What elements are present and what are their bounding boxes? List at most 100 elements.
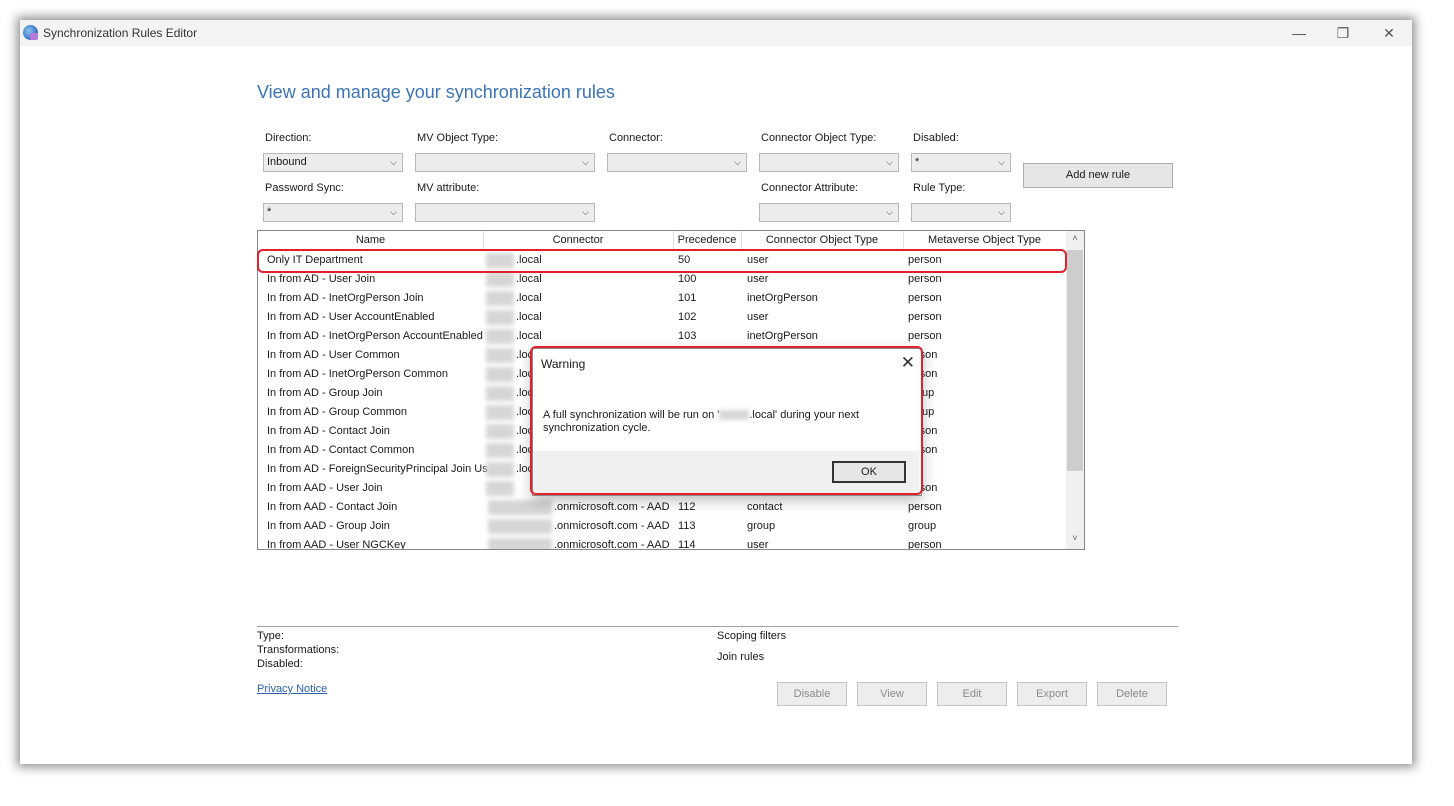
selected-row-highlight (257, 249, 1067, 273)
column-header-name[interactable]: Name (258, 234, 483, 246)
chevron-down-icon: ⌵ (390, 157, 397, 167)
mv-object-type-dropdown[interactable]: ⌵ (415, 153, 595, 172)
scroll-up-icon[interactable]: ˄ (1066, 233, 1084, 243)
vertical-scrollbar[interactable]: ˄ ˅ (1066, 231, 1084, 549)
cell-precedence: 113 (678, 520, 696, 532)
cell-name: In from AD - ForeignSecurityPrincipal Jo… (267, 463, 488, 475)
app-window: Synchronization Rules Editor — ❐ ✕ View … (20, 20, 1412, 764)
cell-name: In from AD - InetOrgPerson AccountEnable… (267, 330, 483, 342)
details-divider (257, 626, 1178, 627)
cell-connector-object-type: inetOrgPerson (747, 330, 818, 342)
redacted-connector-prefix (486, 272, 514, 287)
direction-label: Direction: (265, 132, 312, 144)
mv-attribute-dropdown[interactable]: ⌵ (415, 203, 595, 222)
cell-name: In from AAD - User Join (267, 482, 383, 494)
redacted-connector-prefix (486, 291, 514, 306)
redacted-connector-prefix (488, 519, 552, 534)
table-row[interactable]: In from AD - InetOrgPerson Join .local 101… (258, 289, 1066, 308)
redacted-connector-prefix (486, 310, 514, 325)
scrollbar-thumb[interactable] (1067, 250, 1083, 471)
cell-name: In from AD - User Common (267, 349, 400, 361)
password-sync-value: * (267, 206, 272, 218)
minimize-button[interactable]: — (1276, 22, 1322, 44)
cell-metaverse-object-type: up (922, 387, 935, 399)
password-sync-label: Password Sync: (265, 182, 344, 194)
column-header-precedence[interactable]: Precedence (673, 234, 741, 246)
redacted-connector-prefix (488, 538, 552, 549)
disabled-dropdown[interactable]: * ⌵ (911, 153, 1011, 172)
cell-connector: .onmicrosoft.com - AAD (554, 539, 670, 550)
chevron-down-icon: ⌵ (582, 157, 589, 167)
type-label: Type: (257, 630, 284, 642)
cell-metaverse-object-type: group (908, 520, 937, 532)
redacted-connector-prefix (486, 348, 514, 363)
cell-connector: .onmicrosoft.com - AAD (554, 501, 670, 513)
chevron-down-icon: ⌵ (998, 157, 1005, 167)
connector-dropdown[interactable]: ⌵ (607, 153, 747, 172)
chevron-down-icon: ⌵ (734, 157, 741, 167)
title-bar: Synchronization Rules Editor — ❐ ✕ (20, 20, 1412, 46)
join-rules-label: Join rules (717, 651, 765, 663)
connector-object-type-dropdown[interactable]: ⌵ (759, 153, 899, 172)
table-row[interactable]: In from AD - User AccountEnabled .local 10… (258, 308, 1066, 327)
cell-precedence: 100 (678, 273, 697, 285)
add-new-rule-button[interactable]: Add new rule (1023, 163, 1173, 188)
rule-type-dropdown[interactable]: ⌵ (911, 203, 1011, 222)
disabled-value: * (915, 156, 920, 168)
chevron-down-icon: ⌵ (998, 207, 1005, 217)
cell-metaverse-object-type: up (922, 406, 935, 418)
grid-header: Name Connector Precedence Connector Obje… (258, 231, 1066, 251)
redacted-connector-prefix (486, 462, 514, 477)
redacted-connector-prefix (486, 424, 514, 439)
cell-precedence: 101 (678, 292, 697, 304)
cell-connector: .local (516, 330, 542, 342)
cell-name: In from AD - InetOrgPerson Common (267, 368, 448, 380)
cell-precedence: 102 (678, 311, 697, 323)
chevron-down-icon: ⌵ (886, 207, 893, 217)
disabled-detail-label: Disabled: (257, 658, 303, 670)
mv-object-type-label: MV Object Type: (417, 132, 499, 144)
redacted-connector-prefix (486, 481, 514, 496)
scroll-down-icon[interactable]: ˅ (1066, 533, 1084, 543)
view-button[interactable]: View (857, 682, 927, 706)
cell-precedence: 112 (678, 501, 696, 513)
cell-precedence: 103 (678, 330, 697, 342)
delete-button[interactable]: Delete (1097, 682, 1167, 706)
connector-attribute-dropdown[interactable]: ⌵ (759, 203, 899, 222)
password-sync-dropdown[interactable]: * ⌵ (263, 203, 403, 222)
privacy-notice-link[interactable]: Privacy Notice (257, 683, 327, 695)
redacted-connector-prefix (486, 443, 514, 458)
table-row[interactable]: In from AD - InetOrgPerson AccountEnable… (258, 327, 1066, 346)
redacted-connector-prefix (486, 367, 514, 382)
column-header-connector-object-type[interactable]: Connector Object Type (741, 234, 903, 246)
edit-button[interactable]: Edit (937, 682, 1007, 706)
scoping-filters-label: Scoping filters (717, 630, 787, 642)
cell-name: In from AD - User Join (267, 273, 376, 285)
table-row[interactable]: In from AAD - User NGCKey .onmicrosoft.co… (258, 536, 1066, 550)
cell-connector-object-type: user (747, 273, 769, 285)
disable-button[interactable]: Disable (777, 682, 847, 706)
column-header-connector[interactable]: Connector (483, 234, 673, 246)
sync-rules-app-icon (23, 25, 38, 40)
transformations-label: Transformations: (257, 644, 340, 656)
export-button[interactable]: Export (1017, 682, 1087, 706)
cell-name: In from AD - InetOrgPerson Join (267, 292, 424, 304)
table-row[interactable]: In from AAD - Contact Join .onmicrosoft.c… (258, 498, 1066, 517)
close-window-button[interactable]: ✕ (1366, 22, 1412, 44)
cell-metaverse-object-type: person (908, 501, 942, 513)
disabled-label: Disabled: (913, 132, 959, 144)
table-row[interactable]: In from AAD - Group Join .onmicrosoft.com… (258, 517, 1066, 536)
connector-object-type-label: Connector Object Type: (761, 132, 877, 144)
cell-name: In from AAD - Contact Join (267, 501, 398, 513)
cell-connector: .local (516, 273, 542, 285)
cell-connector-object-type: inetOrgPerson (747, 292, 818, 304)
cell-name: In from AD - Contact Common (267, 444, 415, 456)
redacted-connector-prefix (486, 405, 514, 420)
column-header-metaverse-object-type[interactable]: Metaverse Object Type (903, 234, 1066, 246)
direction-value: Inbound (267, 156, 307, 168)
dialog-highlight (530, 346, 923, 495)
maximize-button[interactable]: ❐ (1320, 22, 1366, 44)
rule-type-label: Rule Type: (913, 182, 966, 194)
cell-connector-object-type: group (747, 520, 776, 532)
direction-dropdown[interactable]: Inbound ⌵ (263, 153, 403, 172)
